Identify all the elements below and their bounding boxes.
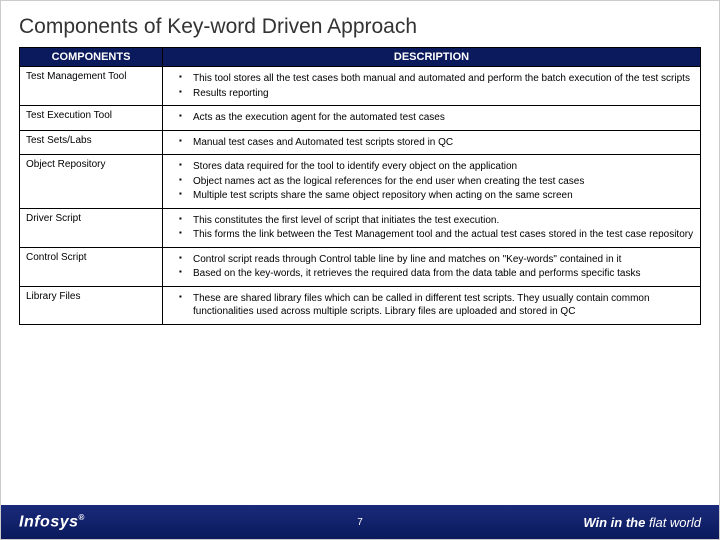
table-row: Control Script Control script reads thro… bbox=[20, 247, 701, 286]
tagline-flat: flat world bbox=[649, 515, 701, 530]
cell-component: Test Management Tool bbox=[20, 67, 163, 106]
cell-description: These are shared library files which can… bbox=[163, 286, 701, 324]
table-row: Object Repository Stores data required f… bbox=[20, 155, 701, 209]
components-table: COMPONENTS DESCRIPTION Test Management T… bbox=[19, 47, 701, 325]
table-header-row: COMPONENTS DESCRIPTION bbox=[20, 48, 701, 67]
slide-title: Components of Key-word Driven Approach bbox=[1, 1, 719, 47]
cell-component: Test Execution Tool bbox=[20, 106, 163, 131]
table-row: Test Management Tool This tool stores al… bbox=[20, 67, 701, 106]
bullet: This forms the link between the Test Man… bbox=[183, 228, 694, 242]
header-description: DESCRIPTION bbox=[163, 48, 701, 67]
bullet: Based on the key-words, it retrieves the… bbox=[183, 267, 694, 281]
footer-bar: Infosys® 7 Win in the flat world bbox=[1, 505, 719, 539]
cell-component: Library Files bbox=[20, 286, 163, 324]
bullet: Manual test cases and Automated test scr… bbox=[183, 136, 694, 150]
tagline-bold: Win in the bbox=[583, 515, 649, 530]
tagline: Win in the flat world bbox=[583, 515, 701, 530]
bullet: This tool stores all the test cases both… bbox=[183, 72, 694, 86]
cell-component: Control Script bbox=[20, 247, 163, 286]
components-table-wrap: COMPONENTS DESCRIPTION Test Management T… bbox=[1, 47, 719, 325]
table-row: Test Sets/Labs Manual test cases and Aut… bbox=[20, 130, 701, 155]
bullet: These are shared library files which can… bbox=[183, 292, 694, 319]
cell-component: Driver Script bbox=[20, 208, 163, 247]
brand-text: Infosys bbox=[19, 513, 79, 530]
bullet: Object names act as the logical referenc… bbox=[183, 175, 694, 189]
cell-description: Acts as the execution agent for the auto… bbox=[163, 106, 701, 131]
cell-description: This tool stores all the test cases both… bbox=[163, 67, 701, 106]
page-number: 7 bbox=[357, 517, 363, 528]
cell-description: Manual test cases and Automated test scr… bbox=[163, 130, 701, 155]
cell-description: This constitutes the first level of scri… bbox=[163, 208, 701, 247]
bullet: This constitutes the first level of scri… bbox=[183, 214, 694, 228]
bullet: Control script reads through Control tab… bbox=[183, 253, 694, 267]
bullet: Stores data required for the tool to ide… bbox=[183, 160, 694, 174]
bullet: Acts as the execution agent for the auto… bbox=[183, 111, 694, 125]
cell-component: Test Sets/Labs bbox=[20, 130, 163, 155]
cell-description: Stores data required for the tool to ide… bbox=[163, 155, 701, 209]
bullet: Results reporting bbox=[183, 87, 694, 101]
table-row: Test Execution Tool Acts as the executio… bbox=[20, 106, 701, 131]
slide: Components of Key-word Driven Approach C… bbox=[0, 0, 720, 540]
cell-description: Control script reads through Control tab… bbox=[163, 247, 701, 286]
brand-logo: Infosys® bbox=[19, 513, 85, 531]
header-components: COMPONENTS bbox=[20, 48, 163, 67]
cell-component: Object Repository bbox=[20, 155, 163, 209]
table-row: Driver Script This constitutes the first… bbox=[20, 208, 701, 247]
table-row: Library Files These are shared library f… bbox=[20, 286, 701, 324]
registered-icon: ® bbox=[79, 513, 85, 522]
bullet: Multiple test scripts share the same obj… bbox=[183, 189, 694, 203]
